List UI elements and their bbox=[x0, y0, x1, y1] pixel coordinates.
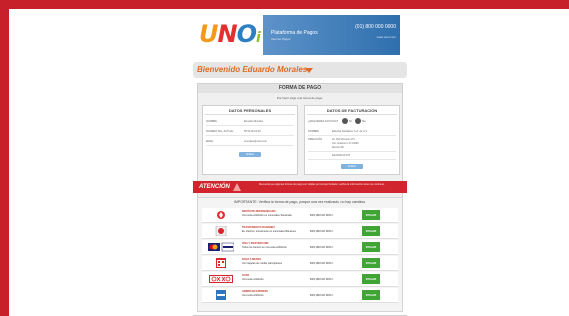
welcome-text: Bienvenido Eduardo Morales bbox=[197, 65, 308, 74]
payment-option-visa-mastercard: VISA Y MASTERCARD Todos los bancos en un… bbox=[202, 240, 398, 255]
warning-icon bbox=[233, 183, 241, 191]
pay-oxxo-button[interactable]: PAGAR bbox=[362, 274, 380, 284]
chevron-down-icon[interactable] bbox=[305, 68, 313, 73]
payment-option-banamex: TRASFERENCIA BANAMEX En efectivo, únicam… bbox=[202, 224, 398, 239]
banner-title: Plataforma de Pagos bbox=[271, 30, 318, 36]
left-frame-bar bbox=[0, 0, 9, 316]
billing-data-panel: DATOS DE FACTURACIÓN ¿REQUIERES FACTURA?… bbox=[304, 105, 400, 175]
payment-option-meses: PAGO A MESES Con tarjetas de crédito par… bbox=[202, 256, 398, 271]
amex-icon bbox=[216, 290, 226, 300]
billing-row-city: México DF bbox=[308, 144, 396, 152]
divider bbox=[205, 114, 295, 115]
pay-santander-button[interactable]: PAGAR bbox=[362, 210, 380, 220]
form-title: FORMA DE PAGO bbox=[198, 84, 402, 93]
personal-row-name: NOMBRE Eduardo Morales bbox=[206, 118, 294, 126]
edit-billing-button[interactable]: Editar bbox=[341, 164, 363, 169]
billing-data-title: DATOS DE FACTURACIÓN bbox=[326, 108, 378, 113]
pay-meses-button[interactable]: PAGAR bbox=[362, 258, 380, 268]
personal-data-panel: DATOS PERSONALES NOMBRE Eduardo Morales … bbox=[202, 105, 298, 175]
payment-methods-title: IMPORTANTE: Verifica la forma de pago, p… bbox=[234, 200, 366, 204]
oxxo-icon bbox=[209, 275, 233, 283]
divider bbox=[307, 114, 397, 115]
banner-image: Plataforma de Pagos Internet Pagos (01) … bbox=[263, 15, 400, 55]
meses-icon bbox=[216, 258, 226, 268]
attention-text: Recuerda que algunas formas de pago son … bbox=[259, 183, 385, 186]
attention-banner: ATENCIÓN Recuerda que algunas formas de … bbox=[193, 181, 407, 193]
banner-phone: (01) 800 000 0000 bbox=[355, 24, 396, 30]
unoi-logo[interactable]: UNOi bbox=[199, 20, 261, 48]
banner-subtitle: Internet Pagos bbox=[271, 37, 291, 41]
banamex-icon bbox=[215, 226, 227, 236]
pay-amex-button[interactable]: PAGAR bbox=[362, 290, 380, 300]
header-banner: UNOi Plataforma de Pagos Internet Pagos … bbox=[197, 15, 400, 55]
form-hint: Por favor elige una forma de pago. bbox=[276, 96, 324, 100]
edit-personal-button[interactable]: Editar bbox=[239, 152, 261, 157]
pay-visa-mastercard-button[interactable]: PAGAR bbox=[362, 242, 380, 252]
payment-option-oxxo: OXXO Una sola exhibición $15,000.00 MXN … bbox=[202, 272, 398, 287]
santander-icon bbox=[217, 211, 225, 219]
pay-banamex-button[interactable]: PAGAR bbox=[362, 226, 380, 236]
billing-row-name: NOMBRE Editorial Santillana, S.A. de C.V… bbox=[308, 128, 396, 136]
welcome-user-menu[interactable]: Bienvenido Eduardo Morales bbox=[193, 62, 407, 78]
payment-page: UNOi Plataforma de Pagos Internet Pagos … bbox=[193, 9, 407, 316]
invoice-yes-label: Sí bbox=[349, 119, 352, 123]
personal-data-title: DATOS PERSONALES bbox=[228, 108, 272, 113]
invoice-no-label: No bbox=[362, 119, 366, 123]
invoice-yes-radio[interactable] bbox=[342, 118, 348, 124]
payment-option-santander: DEPÓSITO REFERENCIADO Una sola exhibició… bbox=[202, 208, 398, 223]
personal-row-phone: NUMERO TEL. ACTUAL 55 50 00 00 00 bbox=[206, 128, 294, 136]
visa-mastercard-icon bbox=[208, 242, 234, 252]
top-frame-bar bbox=[0, 0, 569, 9]
invoice-no-radio[interactable] bbox=[355, 118, 361, 124]
invoice-question: ¿REQUIERES FACTURA? bbox=[308, 120, 339, 123]
attention-title: ATENCIÓN bbox=[199, 184, 230, 190]
payment-option-amex: AMERICAN EXPRESS Una sola exhibición $15… bbox=[202, 288, 398, 303]
personal-row-email: EMAIL emorales@unoi.com bbox=[206, 138, 294, 146]
payment-methods: IMPORTANTE: Verifica la forma de pago, p… bbox=[197, 197, 403, 312]
banner-site: www.unoi.com bbox=[376, 35, 396, 39]
billing-row-rfc: ESA920101XXX bbox=[308, 152, 396, 160]
